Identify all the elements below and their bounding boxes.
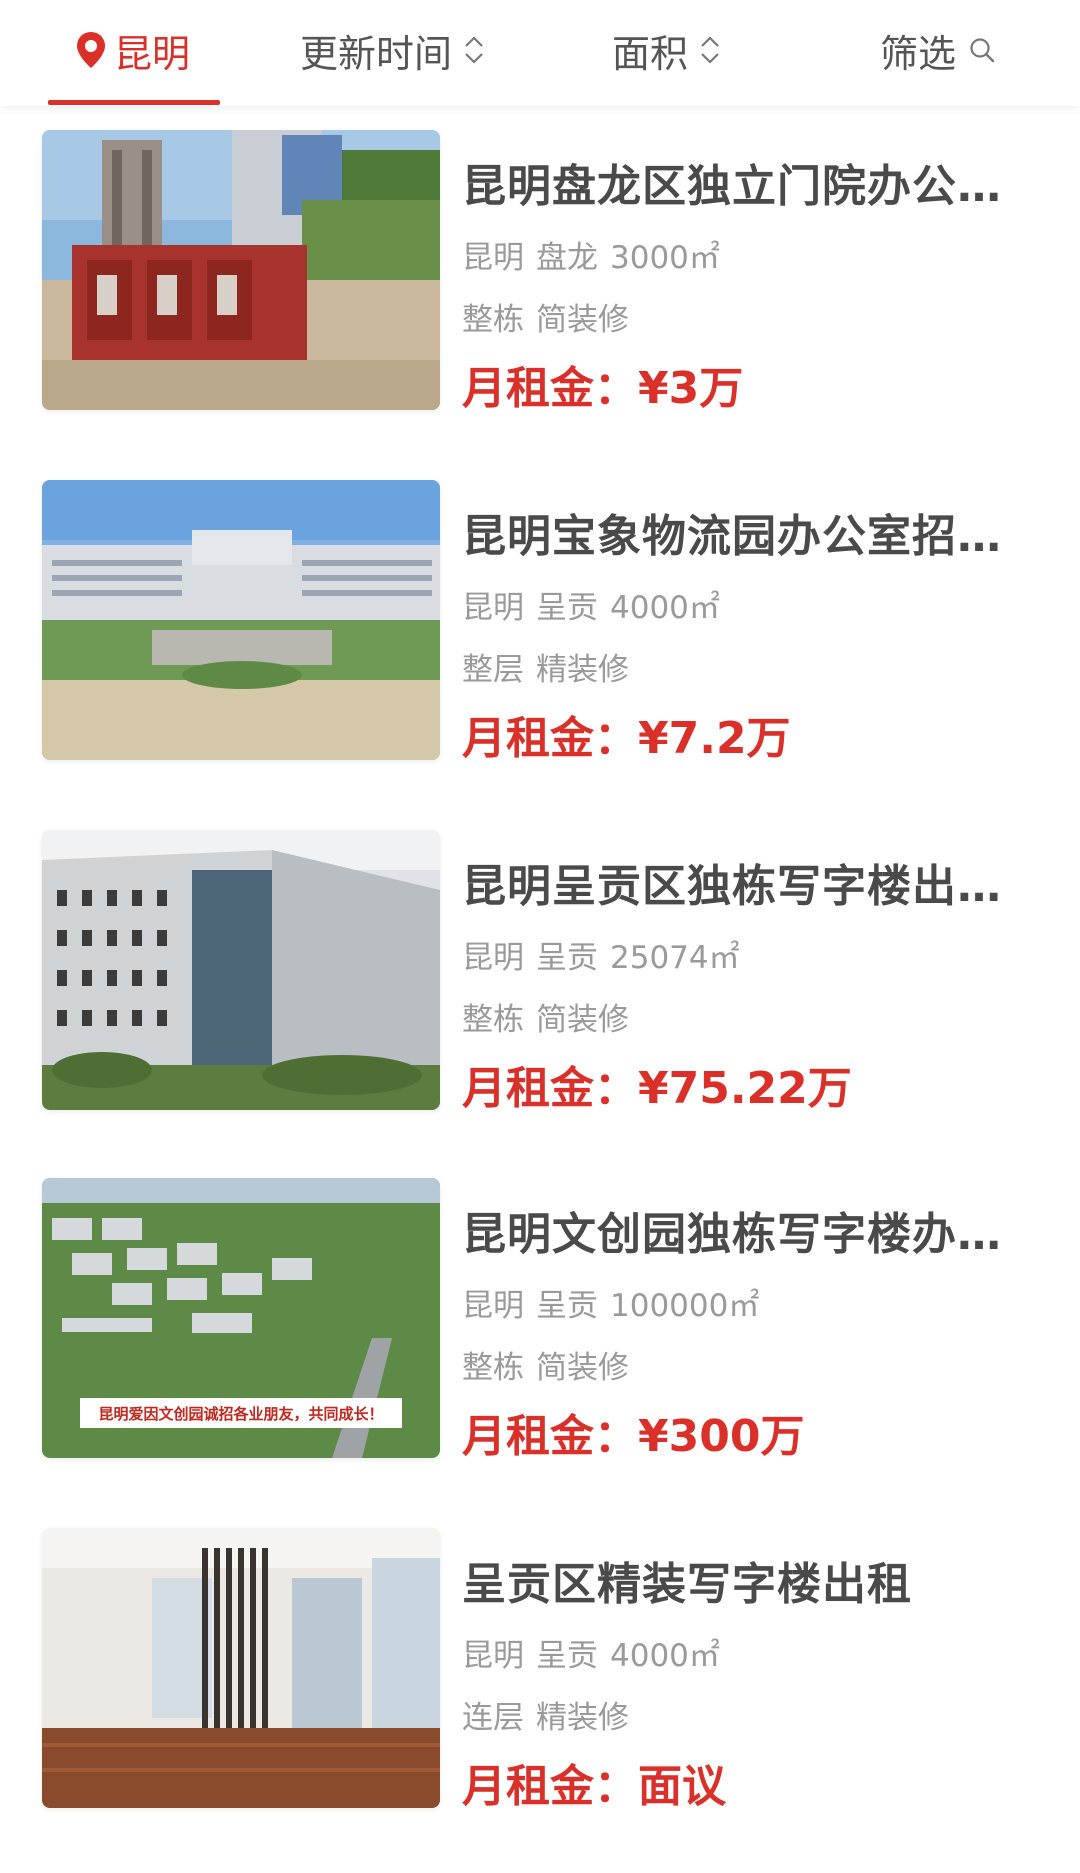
listing-meta: 昆明 呈贡 4000㎡: [462, 582, 720, 627]
listing-title[interactable]: 呈贡区精装写字楼出租: [462, 1548, 1010, 1612]
listing-district: 呈贡: [536, 1638, 598, 1674]
price-label: 月租金：: [462, 1411, 638, 1462]
logistics-center-building-photo: [42, 480, 440, 760]
price-label: 月租金：: [462, 713, 638, 764]
listing-area: 100000㎡: [610, 1288, 760, 1324]
listing-card[interactable]: 昆明宝象物流园办公室招… 昆明 呈贡 4000㎡ 整层 精装修 月租金：¥7.2万: [0, 480, 1080, 780]
listing-price: 月租金：面议: [462, 1750, 726, 1814]
listing-card[interactable]: 昆明盘龙区独立门院办公… 昆明 盘龙 3000㎡ 整栋 简装修 月租金：¥3万: [0, 130, 1080, 430]
sort-area-label: 面积: [612, 31, 689, 76]
price-value: ¥3万: [638, 363, 744, 414]
listing-card[interactable]: 呈贡区精装写字楼出租 昆明 呈贡 4000㎡ 连层 精装修 月租金：面议: [0, 1528, 1080, 1828]
listing-photo[interactable]: [42, 480, 440, 760]
office-interior-photo: [42, 1528, 440, 1808]
listing-title[interactable]: 昆明呈贡区独栋写字楼出…: [462, 850, 1010, 914]
listing-title[interactable]: 昆明宝象物流园办公室招…: [462, 500, 1010, 564]
listing-price: 月租金：¥300万: [462, 1400, 804, 1464]
listing-card[interactable]: 昆明呈贡区独栋写字楼出… 昆明 呈贡 25074㎡ 整栋 简装修 月租金：¥75.22…: [0, 830, 1080, 1130]
city-filter-tab[interactable]: 昆明: [74, 0, 190, 100]
listing-district: 呈贡: [536, 940, 598, 976]
listing-decoration: 简装修: [536, 1350, 629, 1386]
price-value: ¥300万: [638, 1411, 805, 1462]
listing-photo[interactable]: [42, 130, 440, 410]
listing-card[interactable]: 昆明爱因文创园诚招各业朋友，共同成长！ 昆明文创园独栋写字楼办… 昆明 呈贡 100…: [0, 1178, 1080, 1478]
listing-area: 4000㎡: [610, 1638, 720, 1674]
sort-by-area-tab[interactable]: 面积: [612, 0, 722, 100]
listing-title[interactable]: 昆明盘龙区独立门院办公…: [462, 150, 1010, 214]
price-label: 月租金：: [462, 363, 638, 414]
filter-label: 筛选: [880, 31, 957, 76]
listing-decoration: 简装修: [536, 302, 629, 338]
listing-price: 月租金：¥3万: [462, 352, 743, 416]
listing-photo[interactable]: 昆明爱因文创园诚招各业朋友，共同成长！: [42, 1178, 440, 1458]
listing-city: 昆明: [462, 590, 524, 626]
listing-area: 4000㎡: [610, 590, 720, 626]
listing-meta: 昆明 呈贡 4000㎡: [462, 1630, 720, 1675]
listing-photo[interactable]: [42, 830, 440, 1110]
listing-area: 25074㎡: [610, 940, 740, 976]
active-tab-underline: [48, 100, 220, 105]
price-value: ¥7.2万: [638, 713, 791, 764]
filter-button[interactable]: 筛选: [880, 0, 996, 100]
filter-bar: 昆明 更新时间 面积 筛选: [0, 0, 1080, 106]
listing-title[interactable]: 昆明文创园独栋写字楼办…: [462, 1198, 1010, 1262]
sort-by-update-time-tab[interactable]: 更新时间: [300, 0, 486, 100]
listing-city: 昆明: [462, 940, 524, 976]
park-banner-caption: 昆明爱因文创园诚招各业朋友，共同成长！: [98, 1405, 383, 1423]
listing-city: 昆明: [462, 240, 524, 276]
location-pin-icon: [77, 32, 105, 68]
listing-district: 呈贡: [536, 1288, 598, 1324]
listing-tags: 整层 精装修: [462, 644, 629, 689]
listing-layout: 连层: [462, 1700, 524, 1736]
office-building-facade-photo: [42, 830, 440, 1110]
listing-layout: 整栋: [462, 1350, 524, 1386]
listing-price: 月租金：¥7.2万: [462, 702, 791, 766]
listing-meta: 昆明 呈贡 100000㎡: [462, 1280, 759, 1325]
price-label: 月租金：: [462, 1761, 638, 1812]
listing-district: 盘龙: [536, 240, 598, 276]
listing-layout: 整栋: [462, 302, 524, 338]
listing-district: 呈贡: [536, 590, 598, 626]
price-value: ¥75.22万: [638, 1063, 852, 1114]
city-filter-label: 昆明: [114, 31, 191, 76]
listing-price: 月租金：¥75.22万: [462, 1052, 852, 1116]
price-value: 面议: [638, 1761, 726, 1812]
creative-park-aerial-photo: 昆明爱因文创园诚招各业朋友，共同成长！: [42, 1178, 440, 1458]
listing-decoration: 精装修: [536, 1700, 629, 1736]
listing-tags: 整栋 简装修: [462, 1342, 629, 1387]
listing-decoration: 简装修: [536, 1002, 629, 1038]
listing-tags: 整栋 简装修: [462, 994, 629, 1039]
listing-decoration: 精装修: [536, 652, 629, 688]
listing-tags: 连层 精装修: [462, 1692, 629, 1737]
listing-meta: 昆明 呈贡 25074㎡: [462, 932, 740, 977]
listing-city: 昆明: [462, 1638, 524, 1674]
price-label: 月租金：: [462, 1063, 638, 1114]
listing-meta: 昆明 盘龙 3000㎡: [462, 232, 720, 277]
listing-area: 3000㎡: [610, 240, 720, 276]
listing-photo[interactable]: [42, 1528, 440, 1808]
search-icon: [970, 38, 995, 63]
sort-arrows-icon: [701, 36, 719, 64]
listing-city: 昆明: [462, 1288, 524, 1324]
sort-arrows-icon: [465, 36, 483, 64]
sort-time-label: 更新时间: [300, 31, 453, 76]
listing-tags: 整栋 简装修: [462, 294, 629, 339]
listing-layout: 整层: [462, 652, 524, 688]
red-gate-courtyard-photo: [42, 130, 440, 410]
listing-layout: 整栋: [462, 1002, 524, 1038]
